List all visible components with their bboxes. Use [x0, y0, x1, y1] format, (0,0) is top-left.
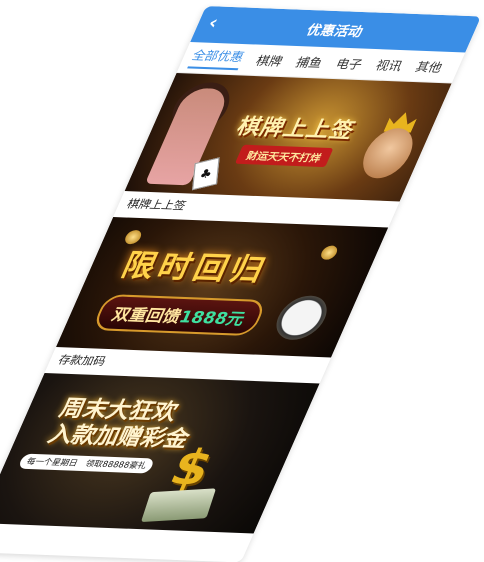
promo-list: ♣ 棋牌上上签 财运天天不打烊 棋牌上上签 限时回归 双重回馈1888元 存款加… [0, 73, 452, 534]
banner-pill: 双重回馈1888元 [91, 294, 268, 337]
promo-item[interactable]: 限时回归 双重回馈1888元 存款加码 [44, 217, 389, 384]
tab-chess-cards[interactable]: 棋牌 [253, 51, 286, 69]
banner-title: 周末大狂欢 入款加赠彩金 [43, 396, 204, 453]
tab-fishing[interactable]: 捕鱼 [293, 53, 326, 71]
promotions-screen: ‹ 优惠活动 全部优惠 棋牌 捕鱼 电子 视讯 其他 ♣ 棋牌上上签 财运天天不… [0, 6, 482, 562]
banner-tag: 每一个星期日 领取88888豪礼 [17, 453, 156, 474]
cash-stack-icon [140, 488, 217, 523]
banner-title: 限时回归 [116, 248, 275, 289]
banner-title: 棋牌上上签 [233, 114, 360, 143]
clock-icon [268, 294, 335, 341]
pill-amount: 1888元 [176, 307, 249, 329]
tab-all[interactable]: 全部优惠 [187, 46, 248, 71]
king-mascot [354, 127, 421, 180]
promo-item[interactable]: 周末大狂欢 入款加赠彩金 每一个星期日 领取88888豪礼 $ [0, 373, 320, 534]
pill-text: 双重回馈 [108, 304, 185, 327]
promo-banner[interactable]: 周末大狂欢 入款加赠彩金 每一个星期日 领取88888豪礼 $ [0, 373, 320, 534]
tab-electronic[interactable]: 电子 [333, 54, 366, 72]
page-title: 优惠活动 [303, 23, 366, 41]
promo-item[interactable]: ♣ 棋牌上上签 财运天天不打烊 棋牌上上签 [113, 73, 452, 228]
promo-banner[interactable]: ♣ 棋牌上上签 财运天天不打烊 [124, 73, 452, 202]
playing-card-icon: ♣ [192, 157, 220, 191]
tab-other[interactable]: 其他 [413, 57, 446, 75]
banner-subtitle: 财运天天不打烊 [234, 144, 334, 168]
promo-banner[interactable]: 限时回归 双重回馈1888元 [55, 217, 389, 358]
tab-live-video[interactable]: 视讯 [373, 56, 406, 74]
coin-icon [318, 245, 340, 260]
banner-title-line2: 入款加赠彩金 [43, 422, 194, 453]
